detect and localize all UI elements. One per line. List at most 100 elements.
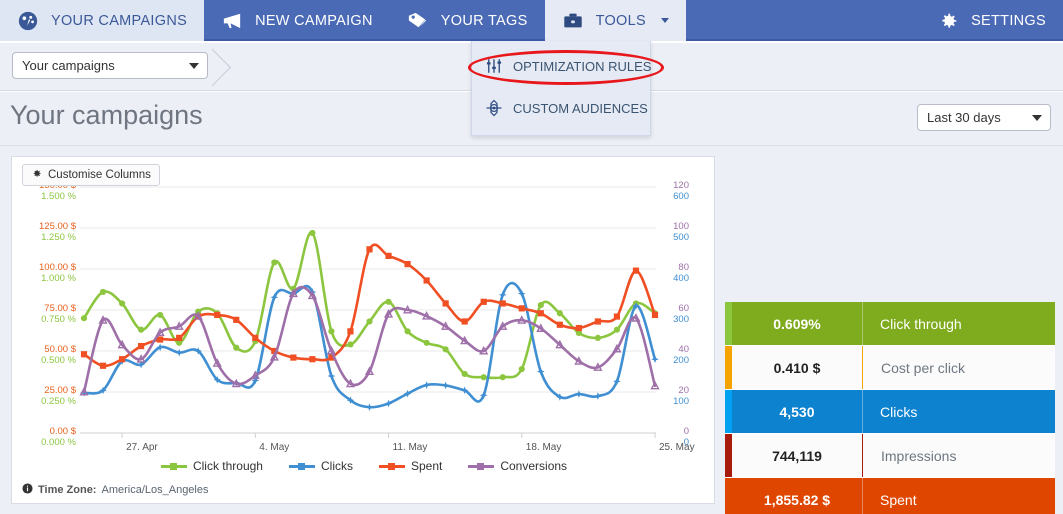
- svg-text:11. May: 11. May: [393, 442, 428, 453]
- menu-item-label: OPTIMIZATION RULES: [513, 59, 651, 74]
- legend-swatch: [161, 461, 187, 471]
- svg-text:200: 200: [673, 355, 689, 366]
- legend-item-spent[interactable]: Spent: [379, 459, 442, 473]
- main-content: Customise Columns 0.00 $0.000 %25.00 $0.…: [0, 146, 1063, 514]
- svg-text:60: 60: [678, 303, 689, 314]
- legend-label: Click through: [193, 459, 263, 473]
- legend-item-clicks[interactable]: Clicks: [289, 459, 353, 473]
- legend-label: Conversions: [500, 459, 567, 473]
- menu-item-optimization-rules[interactable]: OPTIMIZATION RULES: [472, 45, 650, 87]
- chart-series-conversions: [81, 287, 659, 395]
- nav-tab-new-campaign[interactable]: NEW CAMPAIGN: [204, 0, 390, 41]
- metric-color-bar: [725, 434, 732, 477]
- svg-text:0.750 %: 0.750 %: [41, 314, 76, 325]
- svg-text:18. May: 18. May: [526, 442, 562, 453]
- metric-label: Spent: [863, 478, 1055, 514]
- metric-value: 4,530: [732, 390, 862, 433]
- metric-label: Clicks: [863, 390, 1055, 433]
- customise-columns-button[interactable]: Customise Columns: [22, 164, 160, 186]
- legend-swatch: [289, 461, 315, 471]
- svg-text:1.500 %: 1.500 %: [41, 191, 76, 202]
- metric-row[interactable]: 0.410 $Cost per click: [725, 346, 1055, 390]
- top-navigation-bar: YOUR CAMPAIGNS NEW CAMPAIGN YOUR TAGS TO…: [0, 0, 1063, 41]
- sliders-icon: [485, 54, 503, 78]
- metric-row[interactable]: 4,530Clicks: [725, 390, 1055, 434]
- menu-item-label: CUSTOM AUDIENCES: [513, 101, 648, 116]
- timezone-value: America/Los_Angeles: [101, 484, 208, 496]
- campaign-scope-select[interactable]: Your campaigns: [12, 52, 208, 79]
- tag-icon: [406, 9, 430, 33]
- briefcase-icon: [561, 9, 585, 33]
- dashboard-icon: [16, 9, 40, 33]
- tools-dropdown-menu: OPTIMIZATION RULES CUSTOM AUDIENCES: [471, 41, 651, 136]
- svg-text:600: 600: [673, 191, 689, 202]
- metric-color-bar: [725, 390, 732, 433]
- nav-tab-your-campaigns[interactable]: YOUR CAMPAIGNS: [0, 0, 204, 41]
- metric-color-bar: [725, 302, 732, 345]
- svg-text:100: 100: [673, 221, 689, 232]
- svg-text:20: 20: [678, 385, 689, 396]
- chevron-down-icon: [1032, 115, 1042, 121]
- nav-tab-tools[interactable]: TOOLS: [545, 0, 686, 41]
- metrics-panel: 0.609%Click through0.410 $Cost per click…: [725, 302, 1055, 514]
- nav-tab-label: YOUR CAMPAIGNS: [51, 13, 187, 29]
- metric-row[interactable]: 1,855.82 $Spent: [725, 478, 1055, 514]
- metric-row[interactable]: 744,119Impressions: [725, 434, 1055, 478]
- svg-text:75.00 $: 75.00 $: [44, 303, 76, 314]
- legend-label: Clicks: [321, 459, 353, 473]
- nav-tab-settings[interactable]: SETTINGS: [920, 0, 1063, 41]
- info-icon: [22, 483, 33, 497]
- page-title: Your campaigns: [10, 100, 203, 131]
- legend-label: Spent: [411, 459, 442, 473]
- gear-icon: [936, 9, 960, 33]
- svg-text:80: 80: [678, 262, 689, 273]
- legend-item-click-through[interactable]: Click through: [161, 459, 263, 473]
- target-icon: [485, 96, 503, 120]
- svg-text:120: 120: [673, 180, 689, 191]
- date-range-select[interactable]: Last 30 days: [917, 104, 1051, 131]
- svg-text:300: 300: [673, 314, 689, 325]
- nav-spacer: [686, 0, 920, 39]
- svg-text:0.00 $: 0.00 $: [50, 426, 77, 437]
- nav-tab-label: TOOLS: [596, 13, 646, 29]
- chart-series-spent: [81, 245, 658, 369]
- performance-chart-card: Customise Columns 0.00 $0.000 %25.00 $0.…: [11, 156, 715, 504]
- svg-text:1.000 %: 1.000 %: [41, 273, 76, 284]
- svg-text:400: 400: [673, 273, 689, 284]
- nav-tab-label: SETTINGS: [971, 13, 1046, 29]
- menu-item-custom-audiences[interactable]: CUSTOM AUDIENCES: [472, 87, 650, 129]
- legend-swatch: [468, 461, 494, 471]
- metric-label: Click through: [863, 302, 1055, 345]
- chevron-down-icon: [661, 18, 669, 23]
- nav-tab-label: YOUR TAGS: [441, 13, 528, 29]
- svg-text:4. May: 4. May: [259, 442, 289, 453]
- svg-text:125.00 $: 125.00 $: [39, 221, 77, 232]
- legend-item-conversions[interactable]: Conversions: [468, 459, 567, 473]
- metric-row[interactable]: 0.609%Click through: [725, 302, 1055, 346]
- legend-swatch: [379, 461, 405, 471]
- metric-value: 0.410 $: [732, 346, 862, 389]
- metric-label: Impressions: [863, 434, 1055, 477]
- svg-text:0.500 %: 0.500 %: [41, 355, 76, 366]
- nav-tab-label: NEW CAMPAIGN: [255, 13, 373, 29]
- svg-text:40: 40: [678, 344, 689, 355]
- breadcrumb-chevron: [212, 45, 246, 89]
- customise-columns-label: Customise Columns: [48, 169, 151, 181]
- app-root: YOUR CAMPAIGNS NEW CAMPAIGN YOUR TAGS TO…: [0, 0, 1063, 514]
- nav-tab-your-tags[interactable]: YOUR TAGS: [390, 0, 545, 41]
- svg-text:0.000 %: 0.000 %: [41, 437, 76, 448]
- chart-plot-area[interactable]: 0.00 $0.000 %25.00 $0.250 %50.00 $0.500 …: [12, 175, 716, 435]
- svg-text:100.00 $: 100.00 $: [39, 262, 77, 273]
- campaign-scope-value: Your campaigns: [22, 58, 189, 73]
- svg-text:50.00 $: 50.00 $: [44, 344, 76, 355]
- metric-value: 1,855.82 $: [732, 478, 862, 514]
- chart-legend: Click through Clicks Spent Conversions: [12, 459, 716, 473]
- metric-value: 744,119: [732, 434, 862, 477]
- svg-text:0.250 %: 0.250 %: [41, 396, 76, 407]
- timezone-note: Time Zone: America/Los_Angeles: [22, 483, 209, 497]
- metric-color-bar: [725, 478, 732, 514]
- svg-text:27. Apr: 27. Apr: [126, 442, 158, 453]
- timezone-label: Time Zone:: [38, 484, 96, 496]
- svg-text:100: 100: [673, 396, 689, 407]
- chart-svg: 0.00 $0.000 %25.00 $0.250 %50.00 $0.500 …: [12, 175, 716, 455]
